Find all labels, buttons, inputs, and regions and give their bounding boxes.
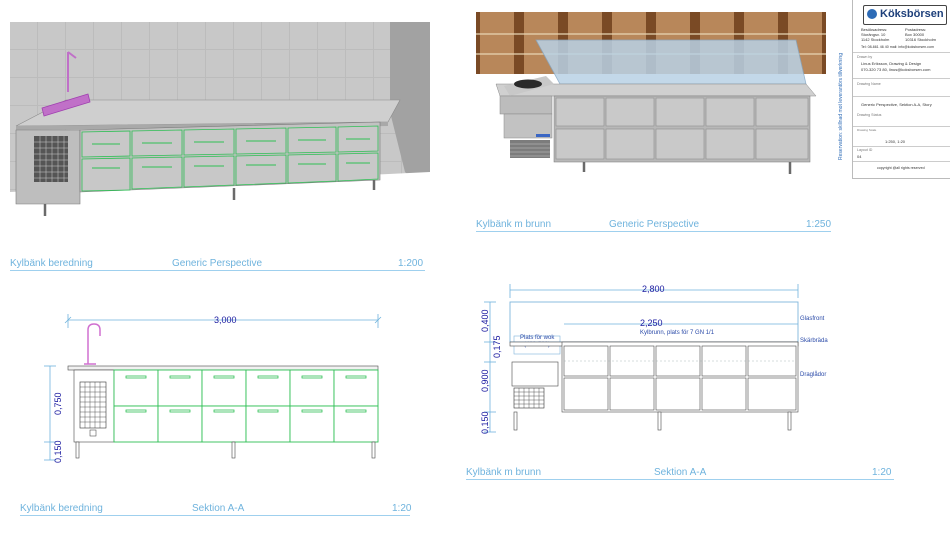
drawn-by-label: Drawn by: [857, 55, 873, 59]
address-col-1: Besöksadress: Storängsv. 10 1142 Stockho…: [861, 27, 890, 42]
caption-scale-2: 1:250: [806, 219, 832, 230]
render-brunn-svg: [476, 12, 826, 174]
side-note-text: Reservation: skillnad mot leverantörs ti…: [838, 53, 844, 160]
logo-icon: [867, 9, 877, 19]
drawn-by-contact: 070-320 73 80, linus@koksborsen.com: [861, 67, 931, 72]
title-block: Köksbörsen Besöksadress: Storängsv. 10 1…: [852, 0, 950, 179]
section-beredning-svg: 3,000 0,750 0,150: [44, 314, 382, 463]
dim-width-2800: 2,800: [642, 284, 665, 294]
logo-text: Köksbörsen: [880, 8, 944, 20]
caption-underline-2: [476, 231, 831, 232]
dim-inner-2250: 2,250: [640, 318, 663, 328]
label-wok-1: Plats för wok: [520, 335, 555, 341]
tel-line: Tel: 08-661 46 40 mail: info@koksborsen.…: [861, 45, 934, 49]
label-skarbrada: Skärbräda: [800, 338, 828, 344]
drawing-name-label: Drawing Name: [857, 82, 881, 86]
dim-height-750: 0,750: [53, 392, 63, 415]
caption-mid-3: Sektion A-A: [192, 503, 245, 514]
caption-left-1: Kylbänk beredning: [10, 258, 93, 269]
layout-id: 04: [857, 154, 862, 159]
dim-h-150: 0,150: [480, 411, 490, 434]
caption-mid-1: Generic Perspective: [172, 258, 263, 269]
dim-width-3000: 3,000: [214, 315, 237, 325]
caption-scale-4: 1:20: [872, 467, 892, 478]
label-glasfront: Glasfront: [800, 316, 825, 322]
caption-scale-3: 1:20: [392, 503, 412, 514]
drawn-by: Linus Eriksson, Drawing & Design: [861, 61, 922, 66]
caption-underline-3: [20, 515, 410, 516]
side-note-vertical: Reservation: skillnad mot leverantörs ti…: [838, 53, 848, 170]
caption-left-2: Kylbänk m brunn: [476, 219, 552, 230]
dim-h-175: 0,175: [492, 335, 502, 358]
copyright: copyright @all rights reserved: [877, 166, 925, 170]
section-brunn-svg: 2,800 2,250 Kylbrunn, plats för 7 GN 1/1…: [480, 284, 828, 434]
caption-mid-2: Generic Perspective: [609, 219, 700, 230]
address-col-2: Postadress: Box 30000 10316 Stockholm: [905, 27, 936, 42]
render-view-beredning: [10, 22, 430, 250]
logo: Köksbörsen: [863, 5, 947, 25]
layout-id-label: Layout ID: [857, 148, 873, 152]
caption-underline-4: [466, 479, 894, 480]
drawing-name: Generic Perspective, Sektion A-A, Story: [861, 102, 932, 107]
render-beredning-svg: [10, 22, 430, 250]
caption-scale-1: 1:200: [398, 258, 424, 269]
label-draglador: Draglådor: [800, 371, 826, 378]
dim-h-400: 0,400: [480, 309, 490, 332]
render-view-brunn: [476, 12, 826, 207]
dim-height-150: 0,150: [53, 440, 63, 463]
dim-h-900: 0,900: [480, 369, 490, 392]
drawing-scale-label: Drawing Scale: [857, 128, 877, 132]
section-view-brunn: 2,800 2,250 Kylbrunn, plats för 7 GN 1/1…: [468, 276, 848, 446]
drawing-scale: 1:250, 1:20: [885, 139, 906, 144]
drawing-status-label: Drawing Status: [857, 113, 882, 117]
label-kylbrunn: Kylbrunn, plats för 7 GN 1/1: [640, 330, 715, 336]
section-view-beredning: 3,000 0,750 0,150: [30, 300, 400, 470]
caption-underline-1: [10, 270, 425, 271]
caption-mid-4: Sektion A-A: [654, 467, 707, 478]
caption-left-4: Kylbänk m brunn: [466, 467, 542, 478]
caption-left-3: Kylbänk beredning: [20, 503, 103, 514]
